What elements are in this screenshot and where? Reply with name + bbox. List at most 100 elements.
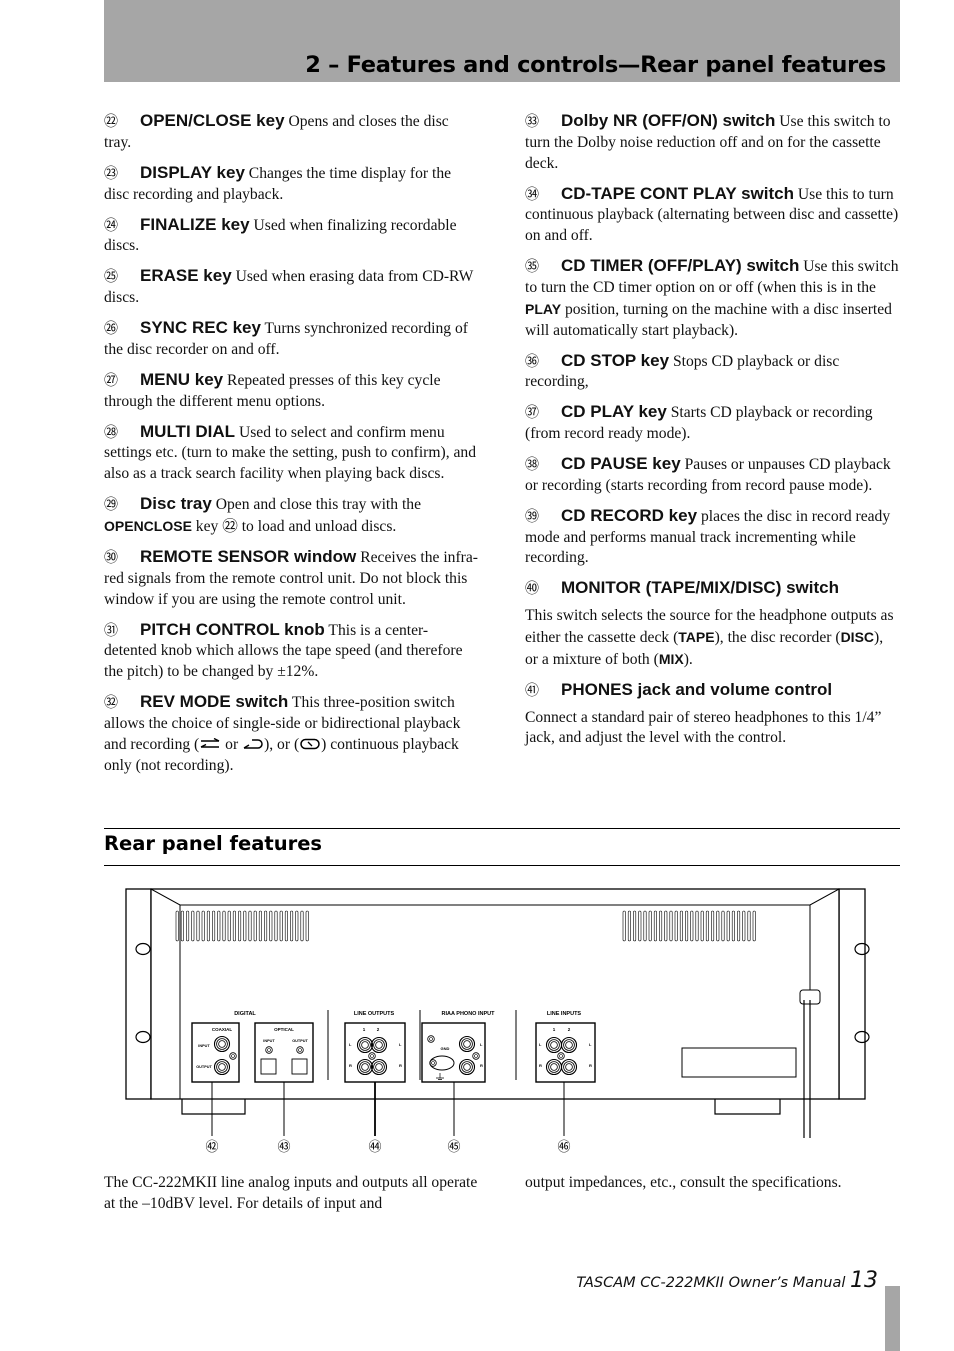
feature-term: CD PAUSE key (561, 454, 681, 474)
rear-panel-paragraph-right: output impedances, etc., consult the spe… (525, 1174, 842, 1191)
continuous-mode-icon (300, 738, 320, 750)
feature-item-25: ㉕ ERASE key Used when erasing data from C… (104, 266, 478, 309)
feature-term: FINALIZE key (140, 214, 250, 234)
one-way-mode-icon (200, 737, 220, 748)
feature-term: OPEN/CLOSE key (140, 111, 285, 130)
feature-term: ERASE key (140, 266, 232, 286)
foot (181, 1099, 246, 1115)
feature-desc: Connect a standard pair of stereo headph… (525, 708, 882, 747)
label-riaa-phono-input: RIAA PHONO INPUT (442, 1011, 496, 1017)
callout-number: ㉓ (104, 165, 118, 182)
label-line-inputs: LINE INPUTS (547, 1011, 582, 1017)
feature-item-38: ㊳ CD PAUSE key Pauses or unpauses CD play… (525, 454, 899, 497)
keyword-mix: MIX (658, 650, 684, 667)
callout-44: ㊹ (368, 1139, 381, 1154)
feature-body-41: Connect a standard pair of stereo headph… (525, 708, 899, 750)
callout-number: ㉕ (104, 269, 118, 286)
feature-item-24: ㉔ FINALIZE key Used when finalizing recor… (104, 215, 478, 258)
feature-term: CD TIMER (OFF/PLAY) switch (561, 256, 800, 276)
keyword-openclose: OPENCLOSE (104, 518, 192, 535)
feature-term: MENU key (140, 369, 224, 389)
feature-heading-40: ㊵ MONITOR (TAPE/MIX/DISC) switch (525, 578, 899, 600)
label-coaxial: COAXIAL (212, 1027, 233, 1032)
label-optical: OPTICAL (274, 1027, 294, 1032)
section-rule-bottom (104, 865, 900, 866)
callout-number: ㉜ (104, 695, 118, 712)
callout-number: ㊵ (525, 581, 539, 598)
right-rack-ear (838, 888, 866, 1100)
callout-45: ㊺ (447, 1139, 460, 1154)
feature-item-33: ㉝ Dolby NR (OFF/ON) switch Use this switc… (525, 111, 899, 174)
callout-number: ㉞ (525, 186, 539, 203)
feature-item-27: ㉗ MENU key Repeated presses of this key c… (104, 370, 478, 413)
feature-item-36: ㊱ CD STOP key Stops CD playback or disc r… (525, 351, 899, 394)
feature-item-23: ㉓ DISPLAY key Changes the time display fo… (104, 163, 478, 206)
rear-panel-paragraph-left: The CC-222MKII line analog inputs and ou… (104, 1174, 478, 1212)
callout-number: ㉙ (104, 497, 118, 514)
foot (714, 1099, 781, 1115)
optical-input-port (260, 1058, 277, 1075)
label-r: R (349, 1063, 352, 1068)
label-r: R (539, 1063, 542, 1068)
side-tab (885, 1286, 900, 1351)
label-optical-output: OUTPUT (292, 1039, 308, 1043)
callout-number: ㉝ (525, 114, 539, 130)
callout-number: ㉔ (104, 217, 118, 234)
left-rack-ear (125, 888, 152, 1100)
feature-item-39: ㊴ CD RECORD key places the disc in record… (525, 506, 899, 569)
callout-43: ㊸ (277, 1139, 290, 1154)
feature-term: MULTI DIAL (140, 421, 236, 441)
label-optical-input: INPUT (263, 1039, 275, 1043)
section-title: Rear panel features (104, 832, 323, 855)
feature-desc: ). (683, 650, 693, 668)
label-gnd: GND (441, 1046, 450, 1051)
page-number: 13 (850, 1268, 878, 1293)
callout-number: ㉚ (104, 550, 118, 567)
feature-desc: Open and close this tray with the (211, 496, 421, 514)
feature-term: Dolby NR (OFF/ON) switch (561, 111, 776, 130)
left-column: ㉒ OPEN/CLOSE key Opens and closes the dis… (104, 111, 478, 786)
manual-title: TASCAM CC-222MKII Owner’s Manual (576, 1275, 846, 1291)
label-output: OUTPUT (196, 1065, 212, 1069)
callout-number: ㊴ (525, 508, 539, 525)
feature-term: DISPLAY key (140, 162, 245, 182)
callout-number: ㉗ (104, 372, 118, 389)
callout-number: ㊲ (525, 405, 539, 422)
callout-42: ㊷ (205, 1139, 218, 1154)
callout-46: ㊻ (557, 1139, 570, 1154)
feature-item-31: ㉛ PITCH CONTROL knob This is a center-det… (104, 620, 478, 683)
label-input: INPUT (198, 1044, 210, 1048)
feature-term: PHONES jack and volume control (561, 679, 833, 699)
callout-number: ㉘ (104, 424, 118, 441)
chapter-title: 2 – Features and controls—Rear panel fea… (305, 52, 886, 78)
section-rule-top (104, 828, 900, 829)
feature-desc: ), the disc recorder ( (714, 629, 841, 647)
feature-item-30: ㉚ REMOTE SENSOR window Receives the infra… (104, 547, 478, 610)
feature-desc-mid: ), or ( (264, 735, 300, 753)
right-column: ㉝ Dolby NR (OFF/ON) switch Use this switc… (525, 111, 899, 758)
feature-item-28: ㉘ MULTI DIAL Used to select and confirm m… (104, 422, 478, 485)
label-digital: DIGITAL (234, 1011, 256, 1017)
rear-panel-diagram: DIGITAL LINE OUTPUTS RIAA PHONO INPUT LI… (125, 888, 870, 1154)
feature-term: PITCH CONTROL knob (140, 619, 325, 639)
callout-number: ㉛ (104, 622, 118, 639)
feature-term: CD STOP key (561, 350, 670, 370)
feature-desc-cont: key ㉒ to load and unload discs. (191, 518, 397, 536)
feature-item-37: ㊲ CD PLAY key Starts CD playback or recor… (525, 402, 899, 445)
callout-number: ㊱ (525, 353, 539, 370)
keyword-play: PLAY (525, 300, 562, 317)
feature-item-34: ㉞ CD-TAPE CONT PLAY switch Use this to tu… (525, 184, 899, 247)
feature-item-22: ㉒ OPEN/CLOSE key Opens and closes the dis… (104, 111, 478, 154)
optical-output-port (291, 1058, 308, 1075)
label-plate (681, 1047, 797, 1078)
feature-term: SYNC REC key (140, 318, 261, 338)
callout-number: ㊶ (525, 682, 539, 699)
callout-number: ㉒ (104, 114, 118, 130)
chapter-header-band: 2 – Features and controls—Rear panel fea… (104, 0, 900, 82)
feature-term: REMOTE SENSOR window (140, 547, 357, 567)
reverse-mode-icon (243, 739, 263, 749)
label-r: R (480, 1063, 483, 1068)
feature-term: Disc tray (140, 494, 212, 514)
feature-desc-cont: position, turning on the machine with a … (525, 300, 892, 339)
callout-number: ㊳ (525, 457, 539, 474)
